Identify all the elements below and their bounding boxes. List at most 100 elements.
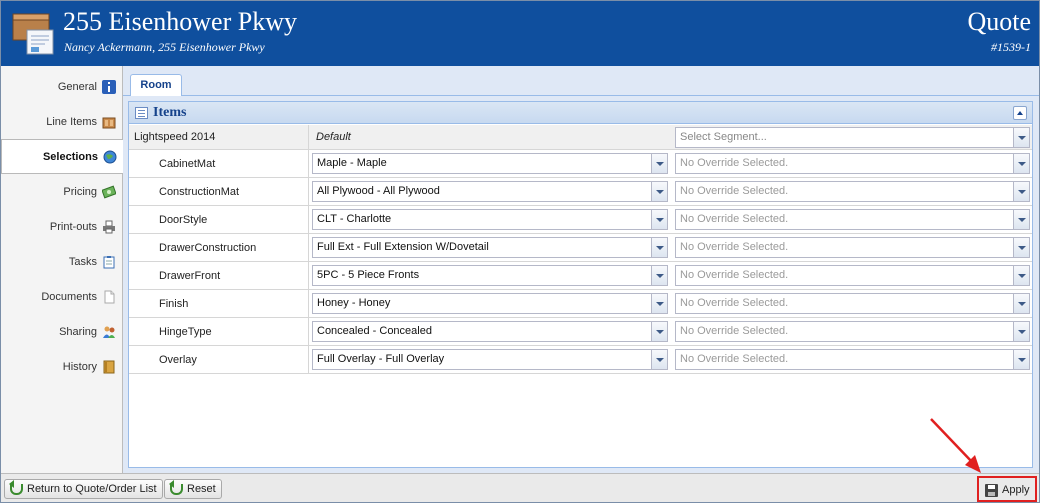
return-to-list-button[interactable]: Return to Quote/Order List: [4, 479, 163, 499]
collapse-button[interactable]: [1013, 106, 1027, 120]
chevron-down-icon[interactable]: [1013, 182, 1029, 201]
chevron-down-icon[interactable]: [1013, 350, 1029, 369]
selection-row-finish: Finish Honey - Honey No Override Selecte…: [129, 290, 1032, 318]
footer-toolbar: Return to Quote/Order List Reset Apply: [1, 473, 1039, 502]
reset-arrow-icon: [169, 479, 183, 495]
return-button-label: Return to Quote/Order List: [27, 483, 157, 495]
chevron-down-icon[interactable]: [651, 154, 667, 173]
override-select[interactable]: No Override Selected.: [675, 237, 1030, 258]
default-select[interactable]: CLT - Charlotte: [312, 209, 668, 230]
override-select-value: No Override Selected.: [680, 353, 789, 365]
sidebar-item-line-items[interactable]: Line Items: [1, 104, 122, 139]
sidebar-nav: General Line Items Selections Pricing Pr…: [1, 66, 123, 473]
chevron-down-icon[interactable]: [651, 266, 667, 285]
chevron-down-icon[interactable]: [1013, 238, 1029, 257]
sidebar-item-sharing[interactable]: Sharing: [1, 314, 122, 349]
sidebar-item-label: Documents: [41, 290, 97, 303]
override-select[interactable]: No Override Selected.: [675, 209, 1030, 230]
override-select-value: No Override Selected.: [680, 157, 789, 169]
sidebar-item-general[interactable]: General: [1, 69, 122, 104]
default-select[interactable]: Concealed - Concealed: [312, 321, 668, 342]
chevron-down-icon[interactable]: [651, 350, 667, 369]
globe-icon: [103, 150, 117, 163]
annotation-arrow-icon: [930, 418, 981, 473]
override-select-value: No Override Selected.: [680, 269, 789, 281]
default-select-value: All Plywood - All Plywood: [317, 185, 440, 197]
selection-row-overlay: Overlay Full Overlay - Full Overlay No O…: [129, 346, 1032, 374]
chevron-down-icon[interactable]: [1013, 294, 1029, 313]
selection-row-drawerfront: DrawerFront 5PC - 5 Piece Fronts No Over…: [129, 262, 1032, 290]
money-icon: [102, 185, 116, 198]
default-select-value: Concealed - Concealed: [317, 325, 432, 337]
document-type: Quote: [967, 7, 1031, 36]
chevron-down-icon[interactable]: [1013, 266, 1029, 285]
chevron-down-icon[interactable]: [651, 322, 667, 341]
sidebar-item-label: Pricing: [63, 185, 97, 198]
override-select[interactable]: No Override Selected.: [675, 153, 1030, 174]
sidebar-item-documents[interactable]: Documents: [1, 279, 122, 314]
default-select[interactable]: Full Ext - Full Extension W/Dovetail: [312, 237, 668, 258]
sidebar-item-tasks[interactable]: Tasks: [1, 244, 122, 279]
printer-icon: [103, 220, 115, 233]
document-icon: [104, 290, 115, 303]
save-disk-icon: [985, 483, 998, 497]
segment-select[interactable]: Select Segment...: [675, 127, 1030, 148]
chevron-down-icon[interactable]: [1013, 128, 1029, 147]
main-content: Room Items Lightspeed 2014 Default Selec…: [123, 66, 1039, 473]
default-select[interactable]: All Plywood - All Plywood: [312, 181, 668, 202]
catalog-row: Lightspeed 2014 Default Select Segment..…: [129, 125, 1032, 150]
clipboard-icon: [103, 255, 115, 268]
override-select[interactable]: No Override Selected.: [675, 181, 1030, 202]
default-select-value: Honey - Honey: [317, 297, 391, 309]
return-arrow-icon: [9, 479, 23, 495]
selection-row-drawerconstruction: DrawerConstruction Full Ext - Full Exten…: [129, 234, 1032, 262]
sidebar-item-selections[interactable]: Selections: [1, 139, 123, 174]
book-icon: [103, 360, 115, 373]
default-select[interactable]: Maple - Maple: [312, 153, 668, 174]
items-panel: Items Lightspeed 2014 Default Select Seg…: [128, 101, 1033, 468]
header-bar: 255 Eisenhower Pkwy Nancy Ackermann, 255…: [1, 1, 1039, 66]
sidebar-item-print-outs[interactable]: Print-outs: [1, 209, 122, 244]
list-icon: [135, 107, 148, 119]
override-select[interactable]: No Override Selected.: [675, 293, 1030, 314]
chevron-down-icon[interactable]: [1013, 154, 1029, 173]
segment-select-placeholder: Select Segment...: [680, 131, 767, 143]
row-label: DrawerConstruction: [129, 234, 309, 261]
override-select[interactable]: No Override Selected.: [675, 321, 1030, 342]
apply-button[interactable]: Apply: [982, 481, 1032, 499]
catalog-name: Lightspeed 2014: [129, 125, 309, 149]
default-select[interactable]: Honey - Honey: [312, 293, 668, 314]
chevron-down-icon[interactable]: [1013, 322, 1029, 341]
chevron-down-icon[interactable]: [1013, 210, 1029, 229]
apply-highlight: Apply: [977, 476, 1037, 502]
cabinet-icon: [102, 117, 116, 128]
row-label: DoorStyle: [129, 206, 309, 233]
page-title: 255 Eisenhower Pkwy: [63, 7, 297, 36]
override-select[interactable]: No Override Selected.: [675, 349, 1030, 370]
override-select-value: No Override Selected.: [680, 325, 789, 337]
row-label: Finish: [129, 290, 309, 317]
row-label: CabinetMat: [129, 150, 309, 177]
row-label: ConstructionMat: [129, 178, 309, 205]
default-select[interactable]: 5PC - 5 Piece Fronts: [312, 265, 668, 286]
selections-grid: Lightspeed 2014 Default Select Segment..…: [129, 125, 1032, 374]
tab-room[interactable]: Room: [130, 74, 182, 96]
chevron-down-icon[interactable]: [651, 238, 667, 257]
sidebar-item-label: History: [62, 360, 97, 373]
default-select-value: CLT - Charlotte: [317, 213, 392, 225]
selection-row-constructionmat: ConstructionMat All Plywood - All Plywoo…: [129, 178, 1032, 206]
reset-button[interactable]: Reset: [164, 479, 222, 499]
sidebar-item-pricing[interactable]: Pricing: [1, 174, 122, 209]
chevron-down-icon[interactable]: [651, 182, 667, 201]
sidebar-item-history[interactable]: History: [1, 349, 122, 384]
panel-header: Items: [129, 102, 1032, 124]
override-select-value: No Override Selected.: [680, 185, 789, 197]
default-select-value: Full Ext - Full Extension W/Dovetail: [317, 241, 489, 253]
tab-strip: Room: [123, 66, 1039, 96]
chevron-down-icon[interactable]: [651, 294, 667, 313]
chevron-down-icon[interactable]: [651, 210, 667, 229]
selection-row-cabinetmat: CabinetMat Maple - Maple No Override Sel…: [129, 150, 1032, 178]
default-select[interactable]: Full Overlay - Full Overlay: [312, 349, 668, 370]
sidebar-item-label: Tasks: [68, 255, 97, 268]
override-select[interactable]: No Override Selected.: [675, 265, 1030, 286]
